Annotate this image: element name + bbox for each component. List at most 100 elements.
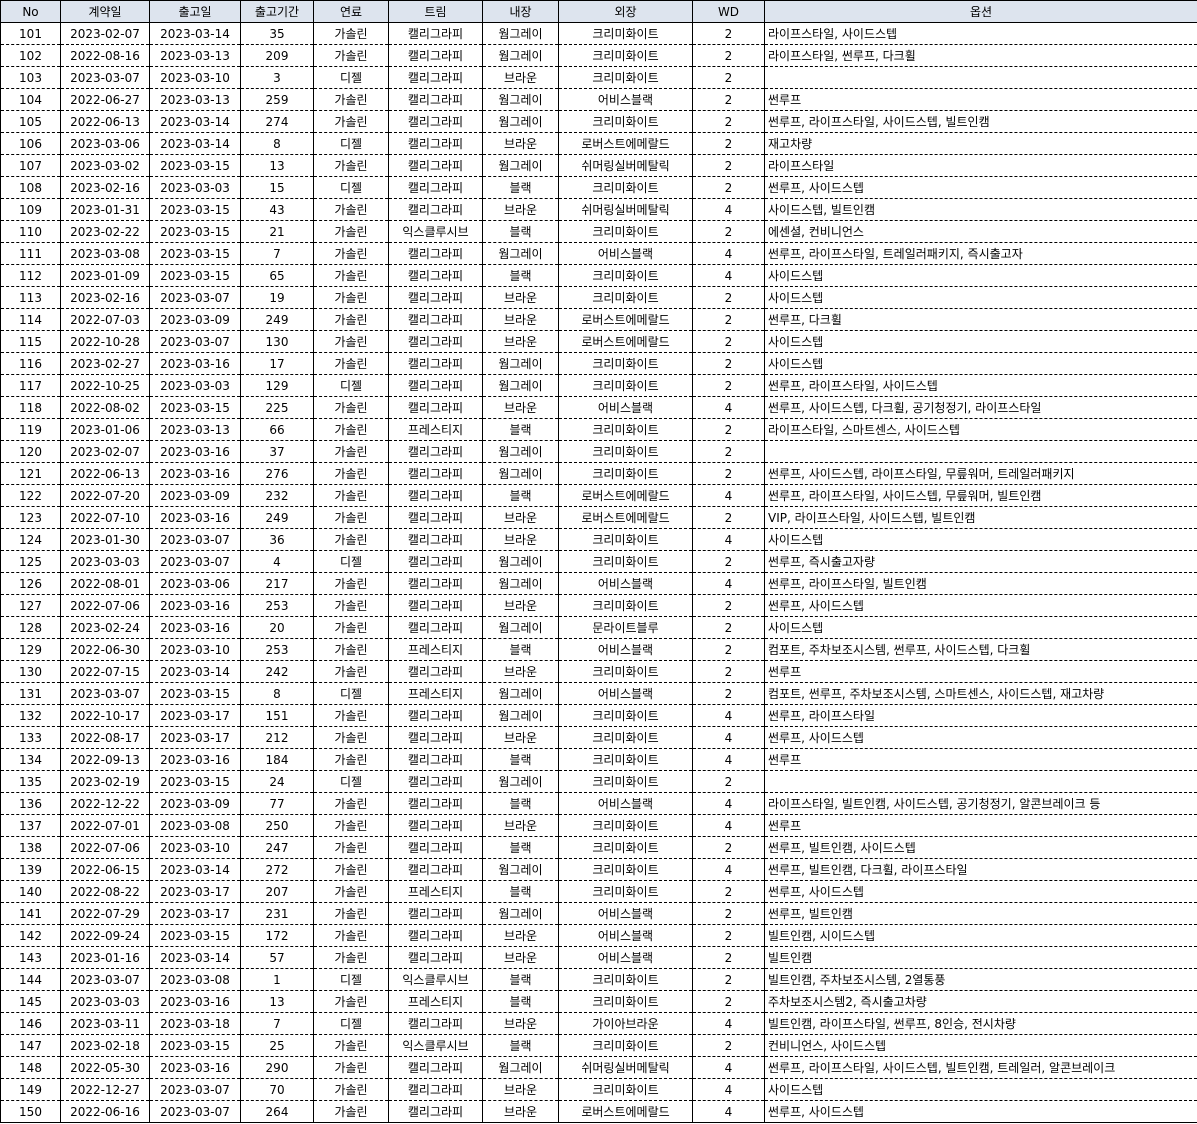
- cell-release-period[interactable]: 20: [240, 616, 314, 639]
- cell-fuel[interactable]: 가솔린: [313, 594, 389, 617]
- cell-release-period[interactable]: 184: [240, 748, 314, 771]
- cell-exterior[interactable]: 크리미화이트: [558, 528, 693, 551]
- cell-release-date[interactable]: 2023-03-15: [149, 198, 241, 221]
- cell-interior[interactable]: 블랙: [482, 748, 559, 771]
- cell-exterior[interactable]: 크리미화이트: [558, 286, 693, 309]
- cell-fuel[interactable]: 가솔린: [313, 264, 389, 287]
- cell-trim[interactable]: 캘리그라피: [388, 1078, 483, 1101]
- cell-release-date[interactable]: 2023-03-15: [149, 220, 241, 243]
- cell-fuel[interactable]: 디젤: [313, 770, 389, 793]
- cell-contract-date[interactable]: 2022-07-06: [60, 594, 150, 617]
- cell-no[interactable]: 143: [0, 946, 61, 969]
- cell-trim[interactable]: 캘리그라피: [388, 462, 483, 485]
- cell-release-period[interactable]: 24: [240, 770, 314, 793]
- cell-release-date[interactable]: 2023-03-13: [149, 44, 241, 67]
- cell-wd[interactable]: 2: [692, 770, 765, 793]
- cell-no[interactable]: 121: [0, 462, 61, 485]
- cell-contract-date[interactable]: 2023-01-30: [60, 528, 150, 551]
- cell-interior[interactable]: 웜그레이: [482, 44, 559, 67]
- cell-options[interactable]: 썬루프, 라이프스타일, 사이드스텝, 무릎워머, 빌트인캠: [764, 484, 1197, 507]
- cell-exterior[interactable]: 로버스트에메랄드: [558, 1100, 693, 1123]
- cell-no[interactable]: 127: [0, 594, 61, 617]
- cell-trim[interactable]: 캘리그라피: [388, 264, 483, 287]
- cell-trim[interactable]: 캘리그라피: [388, 726, 483, 749]
- cell-wd[interactable]: 2: [692, 616, 765, 639]
- cell-fuel[interactable]: 가솔린: [313, 330, 389, 353]
- cell-fuel[interactable]: 가솔린: [313, 528, 389, 551]
- cell-contract-date[interactable]: 2022-08-17: [60, 726, 150, 749]
- cell-contract-date[interactable]: 2022-12-27: [60, 1078, 150, 1101]
- cell-release-date[interactable]: 2023-03-03: [149, 374, 241, 397]
- cell-interior[interactable]: 브라운: [482, 1078, 559, 1101]
- cell-options[interactable]: 사이드스텝: [764, 1078, 1197, 1101]
- cell-release-period[interactable]: 129: [240, 374, 314, 397]
- cell-contract-date[interactable]: 2023-01-16: [60, 946, 150, 969]
- cell-contract-date[interactable]: 2023-02-16: [60, 286, 150, 309]
- cell-wd[interactable]: 2: [692, 902, 765, 925]
- cell-options[interactable]: [764, 66, 1197, 89]
- cell-fuel[interactable]: 가솔린: [313, 748, 389, 771]
- cell-options[interactable]: 썬루프, 사이드스텝, 다크휠, 공기청정기, 라이프스타일: [764, 396, 1197, 419]
- cell-fuel[interactable]: 가솔린: [313, 946, 389, 969]
- cell-contract-date[interactable]: 2022-10-28: [60, 330, 150, 353]
- cell-interior[interactable]: 브라운: [482, 814, 559, 837]
- cell-interior[interactable]: 블랙: [482, 990, 559, 1013]
- cell-wd[interactable]: 2: [692, 836, 765, 859]
- cell-options[interactable]: 썬루프: [764, 88, 1197, 111]
- cell-no[interactable]: 112: [0, 264, 61, 287]
- cell-interior[interactable]: 블랙: [482, 418, 559, 441]
- cell-fuel[interactable]: 가솔린: [313, 814, 389, 837]
- cell-interior[interactable]: 웜그레이: [482, 110, 559, 133]
- cell-exterior[interactable]: 쉬머링실버메탈릭: [558, 198, 693, 221]
- cell-exterior[interactable]: 크리미화이트: [558, 880, 693, 903]
- cell-wd[interactable]: 4: [692, 396, 765, 419]
- cell-exterior[interactable]: 크리미화이트: [558, 462, 693, 485]
- cell-options[interactable]: 컴포트, 주차보조시스템, 썬루프, 사이드스텝, 다크휠: [764, 638, 1197, 661]
- cell-release-period[interactable]: 36: [240, 528, 314, 551]
- cell-exterior[interactable]: 크리미화이트: [558, 1034, 693, 1057]
- cell-options[interactable]: 사이드스텝: [764, 286, 1197, 309]
- cell-fuel[interactable]: 디젤: [313, 66, 389, 89]
- cell-trim[interactable]: 캘리그라피: [388, 352, 483, 375]
- cell-contract-date[interactable]: 2023-03-02: [60, 154, 150, 177]
- cell-release-date[interactable]: 2023-03-08: [149, 814, 241, 837]
- cell-exterior[interactable]: 가이아브라운: [558, 1012, 693, 1035]
- cell-contract-date[interactable]: 2023-03-06: [60, 132, 150, 155]
- cell-exterior[interactable]: 쉬머링실버메탈릭: [558, 1056, 693, 1079]
- cell-contract-date[interactable]: 2022-10-17: [60, 704, 150, 727]
- cell-release-date[interactable]: 2023-03-14: [149, 946, 241, 969]
- cell-wd[interactable]: 2: [692, 352, 765, 375]
- cell-release-date[interactable]: 2023-03-16: [149, 352, 241, 375]
- cell-fuel[interactable]: 가솔린: [313, 638, 389, 661]
- cell-contract-date[interactable]: 2022-06-16: [60, 1100, 150, 1123]
- cell-options[interactable]: VIP, 라이프스타일, 사이드스텝, 빌트인캠: [764, 506, 1197, 529]
- cell-wd[interactable]: 2: [692, 418, 765, 441]
- cell-fuel[interactable]: 디젤: [313, 550, 389, 573]
- cell-wd[interactable]: 4: [692, 814, 765, 837]
- cell-contract-date[interactable]: 2023-03-11: [60, 1012, 150, 1035]
- cell-no[interactable]: 134: [0, 748, 61, 771]
- cell-release-date[interactable]: 2023-03-16: [149, 594, 241, 617]
- cell-trim[interactable]: 캘리그라피: [388, 858, 483, 881]
- cell-release-date[interactable]: 2023-03-06: [149, 572, 241, 595]
- cell-exterior[interactable]: 크리미화이트: [558, 176, 693, 199]
- cell-interior[interactable]: 웜그레이: [482, 550, 559, 573]
- cell-no[interactable]: 118: [0, 396, 61, 419]
- cell-options[interactable]: [764, 770, 1197, 793]
- cell-no[interactable]: 149: [0, 1078, 61, 1101]
- cell-wd[interactable]: 4: [692, 572, 765, 595]
- cell-release-date[interactable]: 2023-03-09: [149, 308, 241, 331]
- cell-release-date[interactable]: 2023-03-08: [149, 968, 241, 991]
- cell-release-date[interactable]: 2023-03-07: [149, 528, 241, 551]
- cell-interior[interactable]: 브라운: [482, 286, 559, 309]
- cell-trim[interactable]: 캘리그라피: [388, 176, 483, 199]
- cell-no[interactable]: 113: [0, 286, 61, 309]
- cell-release-period[interactable]: 207: [240, 880, 314, 903]
- cell-no[interactable]: 123: [0, 506, 61, 529]
- cell-release-period[interactable]: 13: [240, 990, 314, 1013]
- cell-release-period[interactable]: 17: [240, 352, 314, 375]
- cell-interior[interactable]: 웜그레이: [482, 242, 559, 265]
- cell-interior[interactable]: 웜그레이: [482, 704, 559, 727]
- cell-trim[interactable]: 캘리그라피: [388, 792, 483, 815]
- cell-release-period[interactable]: 43: [240, 198, 314, 221]
